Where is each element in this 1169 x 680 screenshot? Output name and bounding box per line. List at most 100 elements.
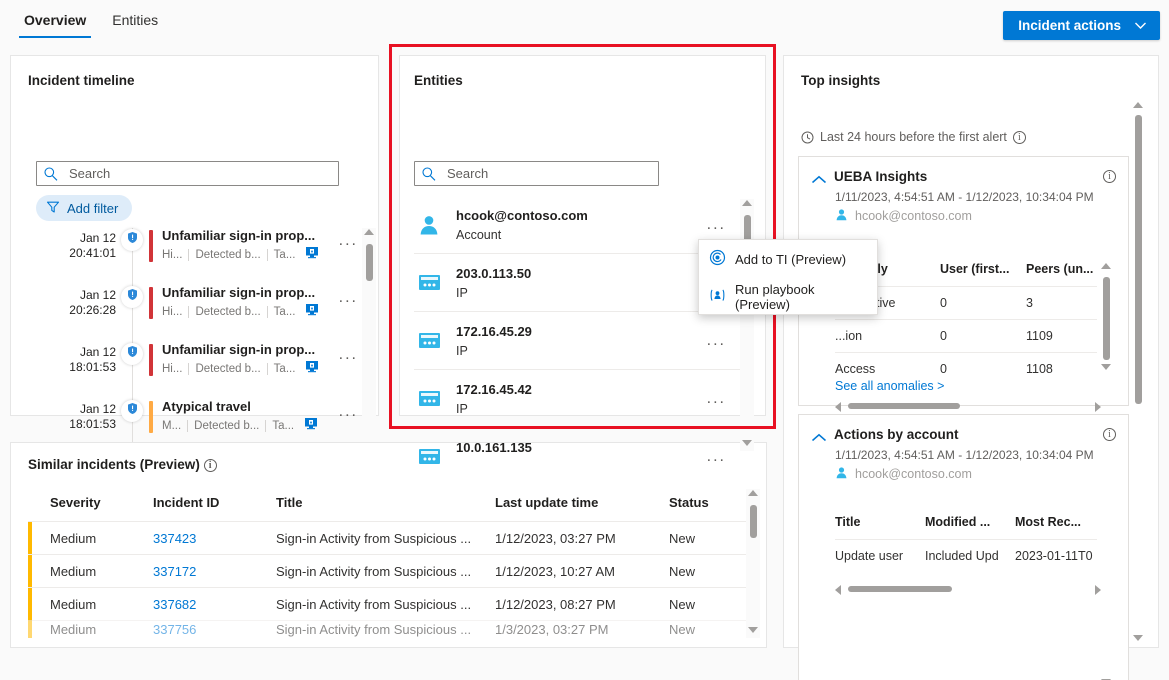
info-icon[interactable]: i — [1013, 131, 1026, 144]
scroll-down-arrow[interactable] — [742, 440, 752, 450]
cell-incident-id-link[interactable]: 337682 — [153, 597, 276, 612]
cell-incident-id-link[interactable]: 337756 — [153, 622, 276, 637]
entity-name: 172.16.45.29 — [456, 324, 707, 339]
actions-table-hscrollbar[interactable] — [835, 582, 1101, 595]
scroll-right-arrow[interactable] — [1095, 585, 1101, 595]
scroll-down-arrow[interactable] — [1101, 364, 1111, 374]
menu-item-add-to-ti[interactable]: Add to TI (Preview) — [699, 240, 877, 278]
scroll-thumb[interactable] — [1103, 277, 1110, 360]
timeline-item-marker — [116, 285, 148, 308]
actions-time-range: 1/11/2023, 4:54:51 AM - 1/12/2023, 10:34… — [799, 442, 1128, 462]
actions-card-scrollbar[interactable] — [1099, 595, 1113, 680]
scroll-right-arrow[interactable] — [1095, 402, 1101, 412]
add-filter-button[interactable]: Add filter — [36, 195, 132, 221]
cell-incident-id-link[interactable]: 337423 — [153, 531, 276, 546]
info-icon[interactable]: i — [204, 459, 217, 472]
entity-more-button[interactable]: ... — [707, 216, 740, 234]
cell-modified: Included Upd — [925, 549, 1015, 563]
ip-icon — [418, 331, 456, 351]
table-row[interactable]: Medium 337172 Sign-in Activity from Susp… — [28, 554, 751, 587]
table-row[interactable]: Medium 337423 Sign-in Activity from Susp… — [28, 521, 751, 554]
scroll-down-arrow[interactable] — [1133, 635, 1143, 645]
table-row[interactable]: Medium 337756 Sign-in Activity from Susp… — [28, 620, 751, 638]
scroll-up-arrow[interactable] — [748, 490, 758, 500]
entity-row-ip[interactable]: 172.16.45.42 IP ... — [414, 370, 740, 428]
scroll-up-arrow[interactable] — [1133, 102, 1143, 112]
similar-incidents-scrollbar[interactable] — [746, 489, 760, 638]
entity-row-account[interactable]: hcook@contoso.com Account ... — [414, 196, 740, 254]
tab-entities[interactable]: Entities — [99, 8, 171, 38]
timeline-item[interactable]: Jan 12 20:41:01 Unfamiliar sign-in prop.… — [28, 228, 358, 276]
severity-indicator — [28, 621, 32, 638]
entity-row-ip[interactable]: 203.0.113.50 IP ... — [414, 254, 740, 312]
severity-indicator — [28, 588, 32, 621]
chevron-up-icon[interactable] — [811, 172, 825, 181]
entity-name: 172.16.45.42 — [456, 382, 707, 397]
scroll-up-arrow[interactable] — [742, 200, 752, 210]
info-icon[interactable]: i — [1103, 170, 1116, 183]
entity-context-menu[interactable]: Add to TI (Preview) Run playbook (Previe… — [698, 239, 878, 315]
timeline-item-more-button[interactable]: ... — [339, 228, 358, 250]
timeline-item-clock: 20:41:01 — [28, 246, 116, 261]
cell-severity: Medium — [28, 564, 153, 579]
column-header-status: Status — [669, 495, 751, 510]
timeline-meta-severity: Hi... — [162, 363, 188, 375]
timeline-item-more-button[interactable]: ... — [339, 342, 358, 364]
timeline-search-box[interactable] — [36, 161, 339, 186]
scroll-left-arrow[interactable] — [835, 402, 841, 412]
entities-search-box[interactable] — [414, 161, 659, 186]
chevron-down-icon — [1134, 19, 1147, 32]
incident-overview-page: Overview Entities Incident actions Incid… — [0, 0, 1169, 680]
ueba-time-range: 1/11/2023, 4:54:51 AM - 1/12/2023, 10:34… — [799, 184, 1128, 204]
alert-entity-icon — [300, 416, 318, 435]
scroll-up-arrow[interactable] — [1101, 263, 1111, 273]
top-insights-scrollbar[interactable] — [1131, 101, 1145, 646]
timeline-item-time: Jan 12 20:41:01 — [28, 228, 116, 260]
timeline-item[interactable]: Jan 12 18:01:53 Atypical travel M... — [28, 399, 358, 447]
search-icon — [421, 166, 437, 182]
timeline-scrollbar[interactable] — [362, 228, 376, 453]
timeline-meta-tactic: Ta... — [265, 420, 300, 432]
entity-more-button[interactable]: ... — [707, 390, 740, 408]
entity-more-button[interactable]: ... — [707, 332, 740, 350]
ueba-table-hscrollbar[interactable] — [835, 399, 1101, 412]
ueba-card-header[interactable]: UEBA Insights i — [799, 157, 1128, 184]
timeline-item-more-button[interactable]: ... — [339, 285, 358, 307]
entities-search-input[interactable] — [445, 165, 652, 182]
scroll-thumb[interactable] — [750, 505, 757, 538]
timeline-item-more-button[interactable]: ... — [339, 399, 358, 421]
menu-item-run-playbook[interactable]: Run playbook (Preview) — [699, 278, 877, 316]
actions-card-header[interactable]: Actions by account i — [799, 415, 1128, 442]
timeline-meta-detected: Detected b... — [188, 306, 266, 318]
timeline-item[interactable]: Jan 12 20:26:28 Unfamiliar sign-in prop.… — [28, 285, 358, 333]
timeline-item-clock: 18:01:53 — [28, 360, 116, 375]
scroll-left-arrow[interactable] — [835, 585, 841, 595]
entity-more-button[interactable]: ... — [707, 448, 740, 466]
timeline-item-clock: 18:01:53 — [28, 417, 116, 432]
ueba-card-title: UEBA Insights — [834, 169, 1094, 184]
tab-overview[interactable]: Overview — [11, 8, 99, 38]
cell-incident-id-link[interactable]: 337172 — [153, 564, 276, 579]
info-icon[interactable]: i — [1103, 428, 1116, 441]
cell-user-count: 0 — [940, 329, 1026, 343]
table-row[interactable]: Medium 337682 Sign-in Activity from Susp… — [28, 587, 751, 620]
entities-scrollbar[interactable] — [740, 199, 754, 451]
incident-actions-button[interactable]: Incident actions — [1003, 11, 1160, 40]
scroll-down-arrow[interactable] — [748, 627, 758, 637]
see-all-anomalies-link[interactable]: See all anomalies > — [835, 379, 944, 393]
chevron-up-icon[interactable] — [811, 430, 825, 439]
hscroll-thumb[interactable] — [848, 403, 960, 409]
ueba-table-scrollbar[interactable] — [1099, 262, 1113, 407]
actions-user-label: hcook@contoso.com — [855, 467, 972, 481]
shield-alert-icon — [126, 231, 139, 249]
scroll-thumb[interactable] — [366, 244, 373, 281]
timeline-meta-tactic: Ta... — [267, 249, 302, 261]
cell-last-update: 1/12/2023, 10:27 AM — [495, 564, 669, 579]
scroll-up-arrow[interactable] — [364, 229, 374, 239]
entity-row-ip[interactable]: 172.16.45.29 IP ... — [414, 312, 740, 370]
hscroll-thumb[interactable] — [848, 586, 952, 592]
entity-row-ip[interactable]: 10.0.161.135 IP ... — [414, 428, 740, 486]
timeline-item[interactable]: Jan 12 18:01:53 Unfamiliar sign-in prop.… — [28, 342, 358, 390]
scroll-thumb[interactable] — [1135, 115, 1142, 404]
timeline-search-input[interactable] — [67, 165, 332, 182]
